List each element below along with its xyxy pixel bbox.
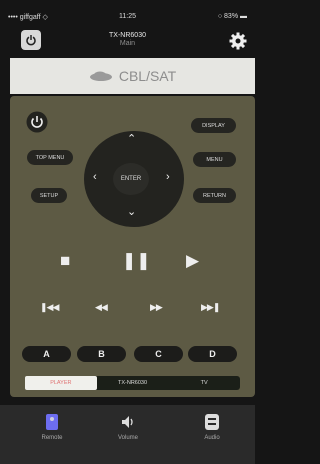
zone-label: Main bbox=[119, 40, 136, 47]
tab-receiver[interactable]: TX-NR6030 bbox=[97, 376, 169, 390]
stop-icon[interactable]: ■ bbox=[60, 252, 70, 269]
top-menu-button[interactable]: TOP MENU bbox=[27, 150, 73, 165]
cloud-icon bbox=[89, 71, 112, 81]
return-button[interactable]: RETURN bbox=[193, 188, 236, 203]
enter-label: ENTER bbox=[120, 176, 142, 182]
play-icon[interactable]: ▶ bbox=[186, 252, 199, 269]
device-title[interactable]: TX-NR6030 Main bbox=[0, 32, 255, 47]
color-button-c[interactable]: C bbox=[134, 346, 183, 362]
skip-previous-icon[interactable]: ❚◀◀ bbox=[40, 303, 59, 312]
rewind-icon[interactable]: ◀◀ bbox=[95, 303, 108, 312]
input-source-selector[interactable]: CBL/SAT bbox=[10, 58, 255, 94]
gear-icon[interactable] bbox=[228, 31, 248, 51]
nav-volume-label: Volume bbox=[117, 435, 138, 441]
nav-remote-label: Remote bbox=[41, 435, 63, 441]
device-name: TX-NR6030 bbox=[109, 32, 146, 39]
input-source-label: CBL/SAT bbox=[118, 68, 177, 84]
app-header: TX-NR6030 Main bbox=[0, 24, 255, 58]
nav-audio-label: Audio bbox=[204, 435, 220, 441]
pause-icon[interactable]: ❚❚ bbox=[122, 252, 151, 269]
right-arrow-icon[interactable]: › bbox=[166, 172, 170, 183]
clock: 11:25 bbox=[119, 13, 136, 20]
fast-forward-icon[interactable]: ▶▶ bbox=[150, 303, 163, 312]
battery-indicator: ○ 83% ▬ bbox=[217, 13, 247, 20]
setup-button[interactable]: SETUP bbox=[31, 188, 67, 203]
remote-icon bbox=[46, 414, 58, 430]
nav-volume[interactable]: Volume bbox=[98, 412, 158, 441]
color-button-b[interactable]: B bbox=[77, 346, 126, 362]
menu-button[interactable]: MENU bbox=[193, 152, 236, 167]
left-arrow-icon[interactable]: ‹ bbox=[93, 172, 97, 183]
nav-remote[interactable]: Remote bbox=[22, 412, 82, 441]
speaker-icon bbox=[122, 416, 133, 428]
status-bar: •••• giffgaff ◇ 11:25 ○ 83% ▬ bbox=[0, 0, 255, 24]
bottom-nav: Remote Volume Audio bbox=[0, 405, 255, 464]
nav-audio[interactable]: Audio bbox=[182, 412, 242, 441]
down-arrow-icon[interactable]: ⌄ bbox=[127, 207, 136, 218]
color-button-a[interactable]: A bbox=[22, 346, 71, 362]
display-button[interactable]: DISPLAY bbox=[191, 118, 236, 133]
power-icon[interactable] bbox=[26, 111, 48, 133]
color-button-d[interactable]: D bbox=[188, 346, 237, 362]
tab-tv[interactable]: TV bbox=[168, 376, 240, 390]
up-arrow-icon[interactable]: ⌃ bbox=[127, 134, 136, 145]
tab-player[interactable]: PLAYER bbox=[25, 376, 97, 390]
skip-next-icon[interactable]: ▶▶❚ bbox=[201, 303, 220, 312]
remote-mode-tabs: PLAYER TX-NR6030 TV bbox=[25, 376, 240, 390]
audio-icon bbox=[205, 414, 219, 430]
